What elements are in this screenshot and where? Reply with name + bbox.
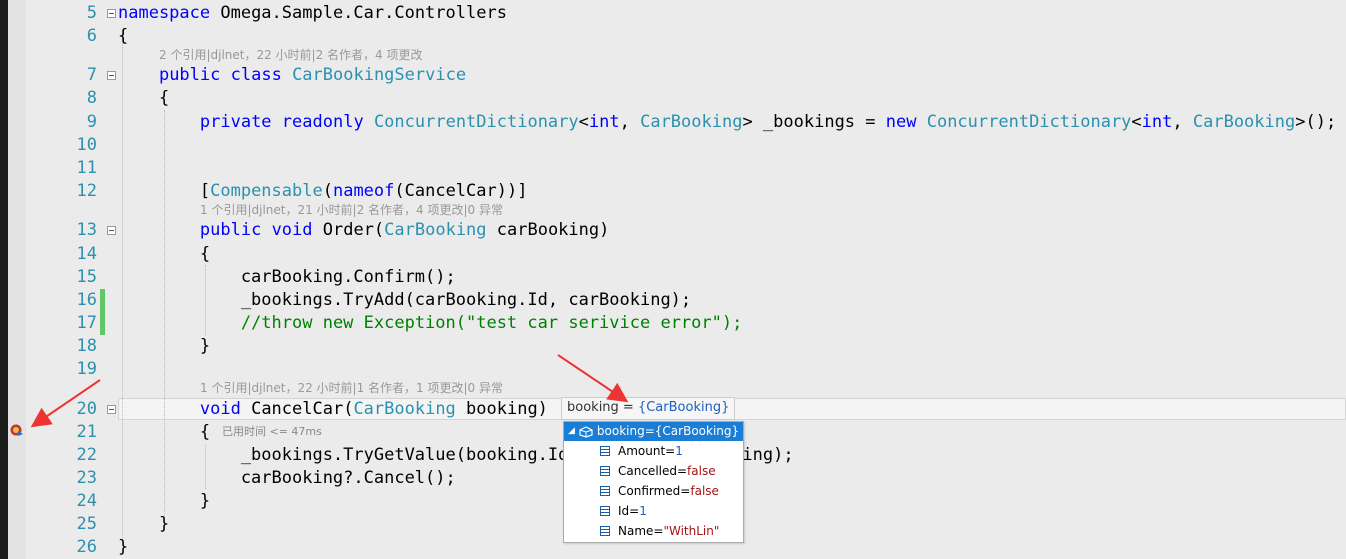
red-arrow-icon — [30, 354, 629, 428]
